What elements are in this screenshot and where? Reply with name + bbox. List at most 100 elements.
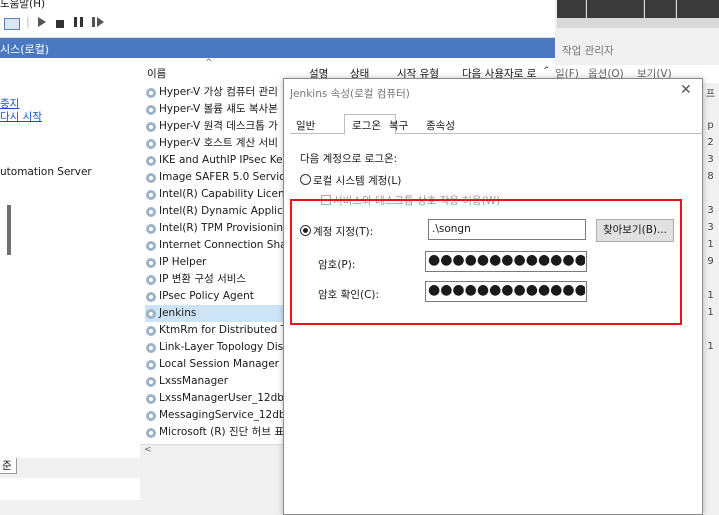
tm-edge-value: 1 [707, 341, 714, 352]
service-name: IP 변환 구성 서비스 [159, 273, 247, 285]
service-gear-icon [145, 274, 157, 286]
column-header-name[interactable]: 이름 [147, 66, 166, 81]
service-gear-icon [145, 342, 157, 354]
tm-tab-2[interactable] [587, 0, 644, 18]
service-gear-icon [145, 104, 157, 116]
service-row[interactable]: Image SAFER 5.0 Service [145, 169, 291, 186]
service-row[interactable]: Hyper-V 볼륨 섀도 복사본 [145, 101, 278, 118]
tm-edge-value: 8 [707, 171, 714, 182]
tab-recovery[interactable]: 복구 [387, 118, 410, 134]
restart-service-link[interactable]: 다시 시작 [0, 109, 42, 124]
highlight-box [290, 199, 682, 325]
service-row[interactable]: Internet Connection Shar [145, 237, 291, 254]
close-icon[interactable]: ✕ [680, 82, 692, 98]
horizontal-scrollbar[interactable]: < [140, 444, 284, 458]
service-row[interactable]: IP 변환 구성 서비스 [145, 271, 246, 288]
tm-edge-value: 9 [707, 256, 714, 267]
service-row[interactable]: Local Session Manager [145, 356, 279, 373]
services-local-label: 시스(로컬) [0, 43, 50, 56]
play-icon[interactable] [38, 17, 46, 30]
sort-caret-icon: ^ [205, 58, 213, 68]
service-gear-icon [145, 155, 157, 167]
tm-tab-4[interactable] [677, 0, 719, 18]
resume-icon[interactable] [92, 17, 104, 30]
service-row[interactable]: Jenkins [145, 305, 283, 322]
service-row[interactable]: IPsec Policy Agent [145, 288, 254, 305]
service-name: Hyper-V 원격 데스크톱 가 [159, 120, 278, 132]
view-tabs [0, 458, 140, 478]
service-row[interactable]: KtmRm for Distributed Tr [145, 322, 290, 339]
service-row[interactable]: Link-Layer Topology Disc [145, 339, 289, 356]
tm-edge-value: 3 [707, 205, 714, 216]
menubar: 도움말(H) [0, 0, 555, 12]
service-gear-icon [145, 376, 157, 388]
service-name: IPsec Policy Agent [159, 290, 254, 302]
tm-edge-value: 1 [707, 239, 714, 250]
logon-as-label: 다음 계정으로 로그온: [300, 153, 398, 165]
service-row[interactable]: Hyper-V 호스트 계산 서비 [145, 135, 278, 152]
service-name: Microsoft (R) 진단 허브 표 [159, 426, 284, 438]
scroll-left-icon[interactable]: < [144, 445, 152, 455]
service-row[interactable]: Intel(R) TPM Provisioning [145, 220, 290, 237]
service-name: Intel(R) Dynamic Applica [159, 205, 290, 217]
service-name: KtmRm for Distributed Tr [159, 324, 290, 336]
service-gear-icon [145, 121, 157, 133]
taskmanager-title: 작업 관리자 [562, 45, 614, 57]
service-row[interactable]: Hyper-V 가상 컴퓨터 관리 [145, 84, 278, 101]
service-gear-icon [145, 257, 157, 269]
service-gear-icon [145, 393, 157, 405]
left-pane [0, 38, 140, 500]
tm-edge-value: 3 [707, 154, 714, 165]
service-gear-icon [145, 87, 157, 99]
tm-edge-value: 프 [705, 89, 716, 100]
service-row[interactable]: LxssManagerUser_12db4 [145, 390, 291, 407]
service-name: Local Session Manager [159, 358, 279, 370]
taskmanager-titlebar [557, 0, 719, 28]
service-gear-icon [145, 223, 157, 235]
service-gear-icon [145, 359, 157, 371]
service-row[interactable]: LxssManager [145, 373, 228, 390]
service-name: Image SAFER 5.0 Service [159, 171, 292, 183]
tab-general[interactable]: 일반 [294, 118, 317, 134]
service-row[interactable]: MessagingService_12db4 [145, 407, 292, 424]
service-row[interactable]: Microsoft (R) 진단 허브 표 [145, 424, 284, 441]
service-gear-icon [145, 240, 157, 252]
service-name: Hyper-V 볼륨 섀도 복사본 [159, 103, 278, 115]
service-row[interactable]: Intel(R) Dynamic Applica [145, 203, 289, 220]
local-system-radio[interactable] [300, 174, 311, 185]
service-gear-icon [145, 206, 157, 218]
service-gear-icon [145, 189, 157, 201]
service-row[interactable]: IKE and AuthIP IPsec Key [145, 152, 289, 169]
service-name: MessagingService_12db4 [159, 409, 293, 421]
left-scrollbar[interactable] [7, 205, 11, 255]
service-name: Link-Layer Topology Disc [159, 341, 289, 353]
service-gear-icon [145, 138, 157, 150]
service-name: Intel(R) TPM Provisioning [159, 222, 290, 234]
service-row[interactable]: Hyper-V 원격 데스크톱 가 [145, 118, 278, 135]
service-name: Hyper-V 가상 컴퓨터 관리 [159, 86, 278, 98]
local-system-label[interactable]: 로컬 시스템 계정(L) [313, 173, 401, 188]
tm-tab-3[interactable] [645, 0, 676, 18]
tm-edge-value: 1 [707, 307, 714, 318]
tab-standard[interactable]: 준 [0, 458, 17, 474]
pause-icon[interactable] [74, 17, 83, 30]
tab-dependencies[interactable]: 종속성 [424, 118, 457, 134]
tab-logon[interactable]: 로그온 [350, 118, 383, 134]
service-gear-icon [145, 325, 157, 337]
service-row[interactable]: IP Helper [145, 254, 206, 271]
tm-edge-value: 1 [707, 290, 714, 301]
console-icon[interactable] [4, 18, 20, 30]
service-row[interactable]: Intel(R) Capability Licensi [145, 186, 293, 203]
service-name: IP Helper [159, 256, 207, 268]
service-name: IKE and AuthIP IPsec Key [159, 154, 289, 166]
menu-help[interactable]: 도움말(H) [0, 0, 45, 11]
service-name: Hyper-V 호스트 계산 서비 [159, 137, 278, 149]
stop-icon[interactable] [56, 18, 64, 31]
tm-tab-1[interactable] [557, 0, 586, 18]
service-name: Jenkins [159, 307, 197, 319]
services-header-bar [0, 38, 555, 58]
dialog-title: Jenkins 속성(로컬 컴퓨터) [290, 88, 410, 100]
service-gear-icon [145, 308, 157, 320]
service-name: Internet Connection Shar [159, 239, 291, 251]
tm-edge-value: 3 [707, 222, 714, 233]
